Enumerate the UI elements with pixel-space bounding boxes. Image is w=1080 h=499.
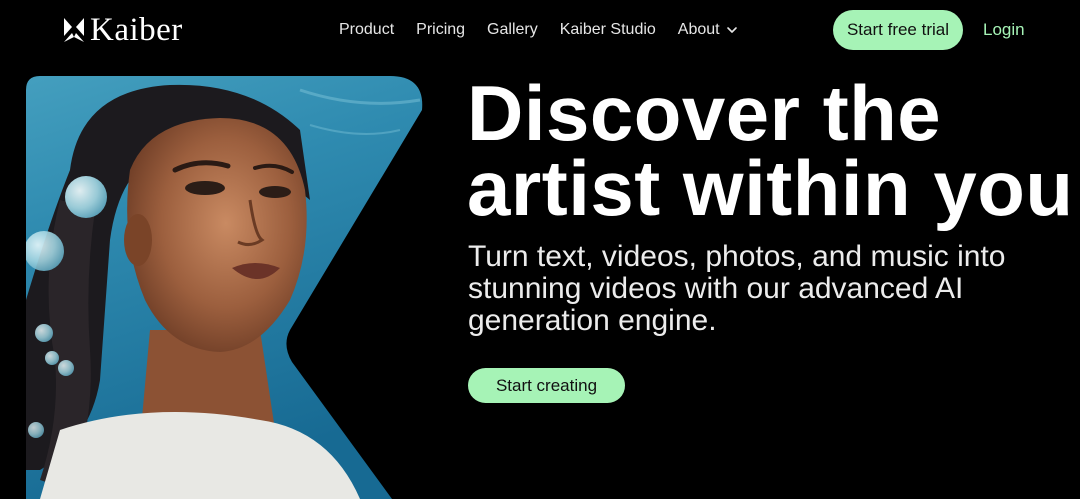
nav-link-gallery[interactable]: Gallery bbox=[487, 19, 538, 41]
hero-headline-line-2: artist within you bbox=[467, 144, 1074, 232]
hero-headline-line-1: Discover the bbox=[467, 69, 942, 157]
start-creating-button[interactable]: Start creating bbox=[468, 368, 625, 403]
login-link[interactable]: Login bbox=[983, 19, 1025, 41]
nav-about-label: About bbox=[677, 21, 720, 38]
nav-link-about[interactable]: About bbox=[678, 19, 738, 41]
hero-headline: Discover the artist within you bbox=[467, 69, 1074, 232]
nav-link-kaiber-studio[interactable]: Kaiber Studio bbox=[560, 19, 656, 41]
hero-subtext: Turn text, videos, photos, and music int… bbox=[468, 240, 1006, 337]
start-free-trial-button[interactable]: Start free trial bbox=[833, 10, 963, 50]
chevron-down-icon bbox=[726, 27, 737, 33]
hero-portrait-image bbox=[26, 76, 423, 499]
landing-page: Kaiber Product Pricing Gallery Kaiber St… bbox=[0, 0, 1080, 499]
